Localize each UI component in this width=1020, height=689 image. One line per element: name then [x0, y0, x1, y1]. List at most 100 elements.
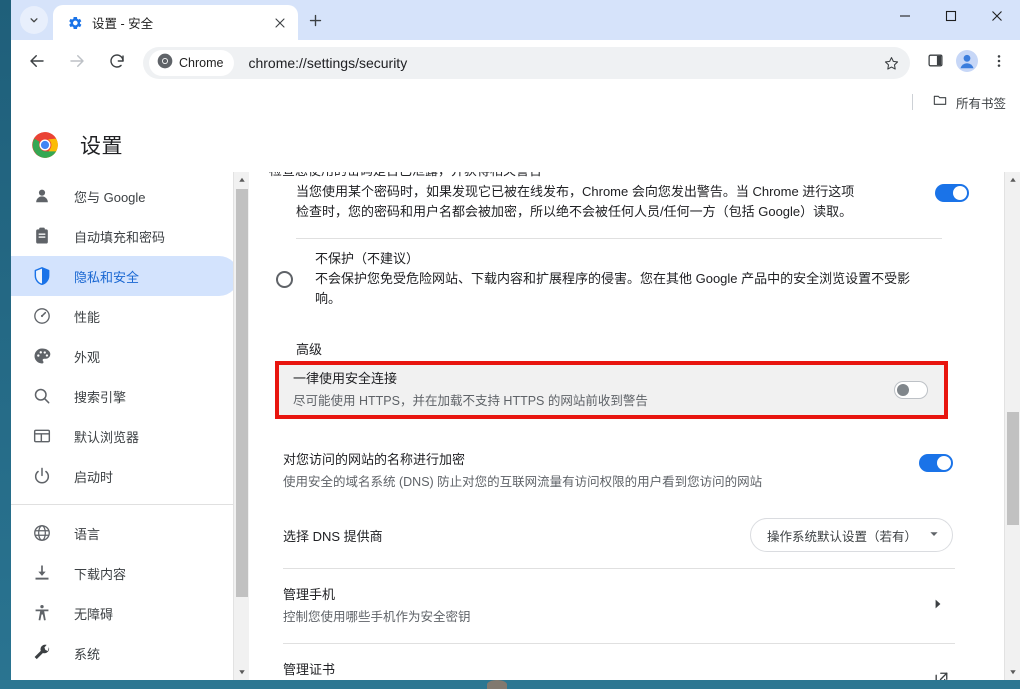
sidebar-item-accessibility[interactable]: 无障碍: [11, 593, 239, 633]
dns-provider-selected-value: 操作系统默认设置（若有）: [766, 529, 917, 544]
sidebar-item-label: 搜索引擎: [74, 389, 127, 405]
settings-main-pane: 检查您使用的密码是否已泄露，并获得相关警告 当您使用某个密码时，如果发现它已被在…: [249, 172, 1020, 680]
reload-button[interactable]: [101, 47, 133, 79]
page-title: 设置: [80, 135, 123, 158]
settings-body: 您与 Google 自动填充和密码 隐私和安全 性能 外观 搜索引擎 默认浏览器…: [11, 172, 1020, 680]
download-icon: [32, 563, 52, 583]
power-icon: [32, 466, 52, 486]
manage-phones-subtitle: 控制您使用哪些手机作为安全密钥: [283, 610, 471, 624]
close-button[interactable]: [974, 0, 1020, 32]
sidebar-divider: [11, 504, 249, 505]
speedometer-icon: [32, 306, 52, 326]
sidebar-item-languages[interactable]: 语言: [11, 513, 239, 553]
settings-card: 当您使用某个密码时，如果发现它已被在线发布，Chrome 会向您发出警告。当 C…: [269, 172, 969, 680]
sidebar-item-you-and-google[interactable]: 您与 Google: [11, 176, 239, 216]
sidebar-item-privacy-security[interactable]: 隐私和安全: [11, 256, 239, 296]
sidebar-item-performance[interactable]: 性能: [11, 296, 239, 336]
side-panel-icon: [927, 52, 944, 74]
tab-close-button[interactable]: [270, 13, 290, 33]
no-protection-body-line1: 不会保护您免受危险网站、下载内容和扩展程序的侵害。您在其他 Google 产品中…: [315, 271, 911, 286]
person-icon: [32, 186, 52, 206]
scroll-down-arrow-icon[interactable]: [234, 664, 249, 680]
desktop-left-strip: [0, 0, 11, 689]
scroll-down-arrow-icon[interactable]: [1005, 664, 1020, 680]
chevron-down-icon: [929, 526, 939, 544]
main-scrollbar-thumb[interactable]: [1007, 412, 1019, 525]
scroll-up-arrow-icon[interactable]: [234, 172, 249, 188]
back-button[interactable]: [21, 47, 53, 79]
side-panel-button[interactable]: [920, 47, 950, 79]
secure-dns-toggle[interactable]: [919, 454, 953, 472]
clipboard-icon: [32, 226, 52, 246]
all-bookmarks-button[interactable]: 所有书签: [926, 89, 1012, 116]
dns-provider-select[interactable]: 操作系统默认设置（若有）: [749, 518, 953, 552]
tab-strip: 设置 - 安全: [11, 0, 1020, 40]
chrome-origin-chip: Chrome: [149, 50, 235, 76]
https-always-secure-row[interactable]: 一律使用安全连接 尽可能使用 HTTPS，并在加载不支持 HTTPS 的网站前收…: [279, 365, 944, 415]
tab-search-button[interactable]: [20, 6, 48, 34]
no-protection-texts: 不保护（不建议） 不会保护您免受危险网站、下载内容和扩展程序的侵害。您在其他 G…: [315, 249, 969, 309]
manage-phones-texts: 管理手机 控制您使用哪些手机作为安全密钥: [283, 585, 933, 627]
sidebar-item-label: 系统: [74, 646, 101, 662]
secure-dns-subtitle: 使用安全的域名系统 (DNS) 防止对您的互联网流量有访问权限的用户看到您访问的…: [283, 475, 763, 489]
manage-phones-row[interactable]: 管理手机 控制您使用哪些手机作为安全密钥: [269, 569, 969, 643]
scroll-up-arrow-icon[interactable]: [1005, 172, 1020, 188]
https-row-subtitle: 尽可能使用 HTTPS，并在加载不支持 HTTPS 的网站前收到警告: [293, 394, 648, 408]
window-controls: [882, 0, 1020, 40]
minimize-button[interactable]: [882, 0, 928, 32]
three-dot-menu-icon: [991, 53, 1007, 74]
sidebar-item-system[interactable]: 系统: [11, 633, 239, 673]
sidebar-item-label: 隐私和安全: [74, 269, 140, 285]
dns-provider-label: 选择 DNS 提供商: [283, 529, 383, 544]
toggle-knob: [953, 186, 967, 200]
plus-icon: [308, 13, 323, 33]
toggle-knob: [897, 384, 909, 396]
sidebar-item-appearance[interactable]: 外观: [11, 336, 239, 376]
password-check-row[interactable]: 当您使用某个密码时，如果发现它已被在线发布，Chrome 会向您发出警告。当 C…: [269, 172, 969, 232]
new-tab-button[interactable]: [301, 9, 329, 37]
wrench-icon: [32, 643, 52, 663]
tab-title: 设置 - 安全: [92, 17, 154, 31]
sidebar-item-autofill-passwords[interactable]: 自动填充和密码: [11, 216, 239, 256]
secure-dns-row[interactable]: 对您访问的网站的名称进行加密 使用安全的域名系统 (DNS) 防止对您的互联网流…: [269, 436, 969, 506]
settings-sidebar: 您与 Google 自动填充和密码 隐私和安全 性能 外观 搜索引擎 默认浏览器…: [11, 172, 249, 680]
dns-provider-row[interactable]: 选择 DNS 提供商 操作系统默认设置（若有）: [269, 506, 969, 568]
profile-button[interactable]: [952, 47, 982, 79]
password-check-body-line2: 检查时，您的密码和用户名都会被加密，所以绝不会被任何人员/任何一方（包括 Goo…: [296, 204, 853, 219]
palette-icon: [32, 346, 52, 366]
no-protection-row[interactable]: 不保护（不建议） 不会保护您免受危险网站、下载内容和扩展程序的侵害。您在其他 G…: [269, 239, 969, 315]
main-scrollbar[interactable]: [1004, 172, 1020, 680]
chrome-menu-button[interactable]: [984, 47, 1014, 79]
manage-certificates-row[interactable]: 管理证书 管理 HTTPS/SSL 证书和设置: [269, 644, 969, 680]
sidebar-item-downloads[interactable]: 下载内容: [11, 553, 239, 593]
sidebar-item-label: 语言: [74, 526, 101, 542]
settings-header: 设置: [11, 118, 1020, 172]
sidebar-item-label: 启动时: [74, 469, 114, 485]
sidebar-item-label: 您与 Google: [74, 189, 146, 205]
browser-window: 设置 - 安全 Chrome chrome://settings/securit…: [11, 0, 1020, 680]
url-text[interactable]: chrome://settings/security: [248, 55, 876, 71]
sidebar-item-label: 自动填充和密码: [74, 229, 166, 245]
bookmark-star-button[interactable]: [876, 48, 906, 78]
browser-tab[interactable]: 设置 - 安全: [53, 5, 298, 40]
globe-icon: [32, 523, 52, 543]
secure-dns-texts: 对您访问的网站的名称进行加密 使用安全的域名系统 (DNS) 防止对您的互联网流…: [283, 450, 919, 492]
manage-certificates-texts: 管理证书 管理 HTTPS/SSL 证书和设置: [283, 660, 933, 680]
settings-page: 设置 在设置中搜索 您与 Google: [11, 118, 1020, 680]
external-link-icon: [933, 670, 953, 680]
gear-icon: [67, 15, 83, 31]
sidebar-item-search-engine[interactable]: 搜索引擎: [11, 376, 239, 416]
password-check-toggle[interactable]: [935, 184, 969, 202]
sidebar-item-label: 默认浏览器: [74, 429, 140, 445]
sidebar-scrollbar-thumb[interactable]: [236, 189, 248, 597]
sidebar-item-label: 性能: [74, 309, 101, 325]
https-always-secure-toggle[interactable]: [894, 381, 928, 399]
maximize-button[interactable]: [928, 0, 974, 32]
sidebar-item-default-browser[interactable]: 默认浏览器: [11, 416, 239, 456]
no-protection-radio[interactable]: [276, 271, 293, 288]
sidebar-scrollbar[interactable]: [233, 172, 249, 680]
address-bar[interactable]: Chrome chrome://settings/security: [143, 47, 910, 79]
sidebar-item-on-startup[interactable]: 启动时: [11, 456, 239, 496]
sidebar-item-label: 外观: [74, 349, 101, 365]
https-row-texts: 一律使用安全连接 尽可能使用 HTTPS，并在加载不支持 HTTPS 的网站前收…: [293, 369, 894, 411]
